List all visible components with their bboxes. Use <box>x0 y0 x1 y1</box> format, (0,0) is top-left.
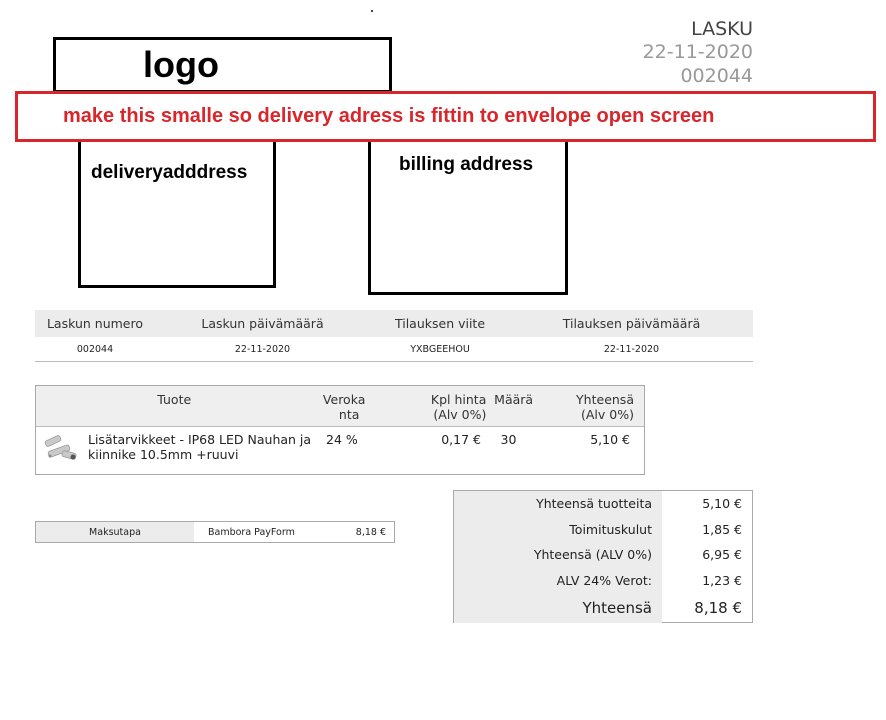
totals-row-vat: ALV 24% Verot: 1,23 € <box>454 567 752 593</box>
header-invoice-number: Laskun numero <box>46 316 144 331</box>
header-order-date: Tilauksen päivämäärä <box>562 316 701 331</box>
totals-label: Yhteensä (ALV 0%) <box>454 542 662 568</box>
header-vat-line2: nta <box>338 407 360 422</box>
delivery-address-box: deliveryadddress <box>78 142 276 288</box>
order-info-row: 002044 22-11-2020 YXBGEEHOU 22-11-2020 <box>35 337 753 361</box>
header-total-line2: (Alv 0%) <box>581 407 634 422</box>
header-invoice-date: Laskun päivämäärä <box>201 316 324 331</box>
invoice-number: 002044 <box>680 65 753 87</box>
annotation-box: make this smalle so delivery adress is f… <box>15 91 876 142</box>
billing-address-label: billing address <box>399 154 534 175</box>
order-info-header: Laskun numero Laskun päivämäärä Tilaukse… <box>35 310 753 337</box>
order-info-table: Laskun numero Laskun päivämäärä Tilaukse… <box>35 310 753 362</box>
annotation-text: make this smalle so delivery adress is f… <box>63 105 715 127</box>
totals-value: 1,23 € <box>702 572 742 588</box>
totals-table: Yhteensä tuotteita 5,10 € Toimituskulut … <box>453 490 753 623</box>
header-vat-line1: Veroka <box>322 392 366 407</box>
product-quantity: 30 <box>500 432 517 447</box>
totals-value: 6,95 € <box>702 547 742 563</box>
payment-method-table: Maksutapa Bambora PayForm 8,18 € <box>35 521 395 543</box>
totals-label: Toimituskulut <box>454 516 662 542</box>
product-name-line1: Lisätarvikkeet - IP68 LED Nauhan ja <box>88 432 312 447</box>
grand-total-value: 8,18 € <box>694 599 742 617</box>
led-clip-icon <box>44 435 77 460</box>
header-unit-price: Kpl hinta (Alv 0%) <box>375 392 486 426</box>
product-name-line2: kiinnike 10.5mm +ruuvi <box>88 447 239 462</box>
header-vat: Veroka nta <box>313 392 376 426</box>
products-header: Tuote Veroka nta Kpl hinta (Alv 0%) Määr… <box>36 386 644 427</box>
totals-row-grand: Yhteensä 8,18 € <box>454 593 752 623</box>
payment-label: Maksutapa <box>36 522 194 542</box>
totals-row-products: Yhteensä tuotteita 5,10 € <box>454 491 752 517</box>
totals-label: Yhteensä tuotteita <box>454 491 662 517</box>
value-order-date: 22-11-2020 <box>603 343 660 355</box>
product-vat: 24 % <box>326 432 358 447</box>
product-total: 5,10 € <box>590 432 630 447</box>
payment-method: Bambora PayForm <box>208 526 295 538</box>
header-price-line2: (Alv 0%) <box>433 407 487 422</box>
billing-address-box: billing address <box>368 142 568 295</box>
header-product: Tuote <box>157 392 192 407</box>
product-thumbnail <box>36 432 88 467</box>
totals-row-shipping: Toimituskulut 1,85 € <box>454 516 752 542</box>
header-price-line1: Kpl hinta <box>430 392 487 407</box>
product-name: Lisätarvikkeet - IP68 LED Nauhan ja kiin… <box>88 432 316 467</box>
header-total: Yhteensä (Alv 0%) <box>541 392 644 426</box>
value-invoice-number: 002044 <box>76 343 114 355</box>
value-order-reference: YXBGEEHOU <box>410 343 470 355</box>
stray-dot <box>371 10 373 12</box>
logo-placeholder-box: logo <box>53 37 392 93</box>
products-table: Tuote Veroka nta Kpl hinta (Alv 0%) Määr… <box>35 385 645 475</box>
value-invoice-date: 22-11-2020 <box>234 343 291 355</box>
delivery-address-label: deliveryadddress <box>91 162 248 183</box>
totals-label: ALV 24% Verot: <box>454 567 662 593</box>
invoice-date: 22-11-2020 <box>642 41 753 63</box>
product-unit-price: 0,17 € <box>441 432 481 447</box>
totals-value: 5,10 € <box>702 496 742 512</box>
grand-total-label: Yhteensä <box>454 593 662 623</box>
logo-placeholder-text: logo <box>143 44 219 85</box>
invoice-title: LASKU <box>691 18 753 40</box>
product-row: Lisätarvikkeet - IP68 LED Nauhan ja kiin… <box>36 427 644 467</box>
header-order-reference: Tilauksen viite <box>394 316 486 331</box>
totals-value: 1,85 € <box>702 521 742 537</box>
header-total-line1: Yhteensä <box>576 392 634 407</box>
header-quantity: Määrä <box>494 392 534 407</box>
totals-row-net: Yhteensä (ALV 0%) 6,95 € <box>454 542 752 568</box>
payment-amount: 8,18 € <box>355 526 386 538</box>
